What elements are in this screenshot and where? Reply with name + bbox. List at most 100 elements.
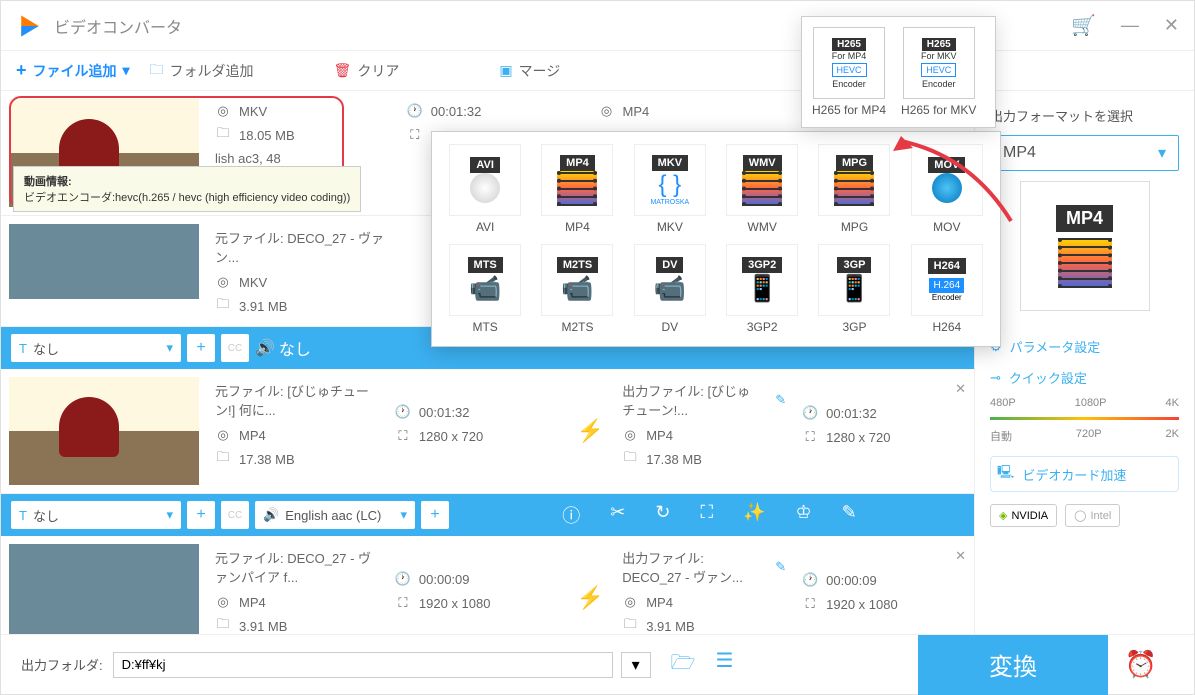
output-folder-dropdown[interactable]: ▾ xyxy=(621,652,651,678)
edit-icon[interactable]: ✎ xyxy=(775,392,786,408)
format-tile-m2ts[interactable]: M2TS📹M2TS xyxy=(536,244,618,334)
subtitle-edit-icon[interactable]: ✎ xyxy=(842,502,857,528)
plus-icon: + xyxy=(16,60,27,81)
phone-icon: 📱 xyxy=(746,273,778,304)
h265-popup: H265 For MP4 HEVC Encoder H265 for MP4 H… xyxy=(801,16,996,128)
format-icon: ◎ xyxy=(622,594,638,610)
output-format-dropdown[interactable]: MP4 ▾ xyxy=(990,135,1179,171)
cc-button[interactable]: CC xyxy=(221,501,249,529)
h265-mp4-tile[interactable]: H265 For MP4 HEVC Encoder H265 for MP4 xyxy=(812,27,886,117)
info-icon[interactable]: ⓘ xyxy=(562,502,580,528)
format-label: 3GP xyxy=(842,320,866,334)
crop-icon[interactable]: ⛶ xyxy=(700,502,713,528)
add-file-button[interactable]: + ファイル追加 ▾ xyxy=(16,60,130,81)
output-size: 17.38 MB xyxy=(646,452,702,467)
format-tile-mp4[interactable]: MP4MP4 xyxy=(536,144,618,234)
source-size: 17.38 MB xyxy=(239,452,295,467)
file-item[interactable]: 元ファイル: DECO_27 - ヴァンパイア f... ◎MP4 🗀3.91 … xyxy=(1,536,974,634)
h265-mkv-tile[interactable]: H265 For MKV HEVC Encoder H265 for MKV xyxy=(901,27,976,117)
duration: 00:01:32 xyxy=(431,104,482,119)
format-icon: ◎ xyxy=(215,594,231,610)
format-badge: MP4 xyxy=(1056,205,1113,232)
gpu-label: ビデオカード加速 xyxy=(1022,465,1126,484)
file-item[interactable]: 元ファイル: [びじゅチューン!] 何に... ◎MP4 🗀17.38 MB 🕐… xyxy=(1,369,974,494)
remove-file-button[interactable]: ✕ xyxy=(955,381,966,397)
schedule-button[interactable]: ⏰ xyxy=(1108,635,1174,695)
toolbar: + ファイル追加 ▾ 🗀 フォルダ追加 🗑 クリア ▣ マージ xyxy=(1,51,1194,91)
convert-button[interactable]: 変換 xyxy=(918,635,1108,695)
rotate-icon[interactable]: ↻ xyxy=(655,502,670,528)
add-folder-button[interactable]: 🗀 フォルダ追加 xyxy=(150,59,254,83)
param-settings-label: パラメータ設定 xyxy=(1010,337,1101,356)
bolt-icon: ⚡ xyxy=(577,418,604,444)
dimensions-icon: ⛶ xyxy=(395,595,411,611)
list-icon[interactable]: ☰ xyxy=(715,648,733,682)
format-tile-mpg[interactable]: MPGMPG xyxy=(813,144,895,234)
format-label: MPG xyxy=(841,220,868,234)
thumbnail xyxy=(9,224,199,299)
cart-icon[interactable]: 🛒 xyxy=(1071,13,1096,38)
output-duration: 00:00:09 xyxy=(826,573,877,588)
merge-button[interactable]: ▣ マージ xyxy=(499,61,560,81)
remove-file-button[interactable]: ✕ xyxy=(955,548,966,564)
camcorder-icon: 📹 xyxy=(654,273,686,304)
thumbnail xyxy=(9,544,199,634)
phone-icon: 📱 xyxy=(838,273,870,304)
output-format: MP4 xyxy=(646,595,673,610)
cut-icon[interactable]: ✂ xyxy=(610,502,625,528)
subtitle-dropdown[interactable]: Tなし▾ xyxy=(11,334,181,362)
subtitle-value: なし xyxy=(33,339,59,358)
add-folder-label: フォルダ追加 xyxy=(170,61,254,81)
format-tile-dv[interactable]: DV📹DV xyxy=(629,244,711,334)
format-tile-mov[interactable]: MOVMOV xyxy=(906,144,988,234)
format-tile-h264[interactable]: H264H.264EncoderH264 xyxy=(906,244,988,334)
film-icon xyxy=(742,171,782,206)
parameter-settings-button[interactable]: ⚙ パラメータ設定 xyxy=(990,331,1179,362)
format-tile-mkv[interactable]: MKV{ }MATROSKAMKV xyxy=(629,144,711,234)
output-dimensions: 1920 x 1080 xyxy=(826,597,898,612)
merge-icon: ▣ xyxy=(499,62,512,79)
format-label: 3GP2 xyxy=(747,320,778,334)
effects-icon[interactable]: ✨ xyxy=(743,502,765,528)
cc-button[interactable]: CC xyxy=(221,334,249,362)
dimensions: 1280 x 720 xyxy=(419,429,483,444)
format-label: DV xyxy=(661,320,678,334)
film-icon xyxy=(557,171,597,206)
source-size: 18.05 MB xyxy=(239,128,295,143)
camcorder-icon: 📹 xyxy=(561,273,593,304)
watermark-icon[interactable]: ♔ xyxy=(795,502,811,528)
subtitle-value: なし xyxy=(33,506,59,525)
audio-value: English aac (LC) xyxy=(285,508,381,523)
format-label: AVI xyxy=(476,220,494,234)
minimize-button[interactable]: — xyxy=(1121,15,1139,36)
size-icon: 🗀 xyxy=(215,451,231,467)
close-button[interactable]: ✕ xyxy=(1164,15,1179,36)
format-tile-avi[interactable]: AVIAVI xyxy=(444,144,526,234)
clear-button[interactable]: 🗑 クリア xyxy=(334,61,400,81)
output-format-value: MP4 xyxy=(1003,144,1036,162)
tooltip-body: ビデオエンコーダ:hevc(h.265 / hevc (high efficie… xyxy=(24,189,350,205)
output-filename: 出力ファイル: DECO_27 - ヴァン... xyxy=(622,548,759,586)
source-format: MP4 xyxy=(239,595,266,610)
clear-label: クリア xyxy=(357,61,399,81)
resolution-slider[interactable] xyxy=(990,417,1179,420)
format-tile-3gp[interactable]: 3GP📱3GP xyxy=(813,244,895,334)
source-filename: 元ファイル: DECO_27 - ヴァン... xyxy=(215,224,391,270)
edit-icon[interactable]: ✎ xyxy=(775,559,786,575)
add-subtitle-button[interactable]: + xyxy=(187,501,215,529)
add-subtitle-button[interactable]: + xyxy=(187,334,215,362)
output-folder-input[interactable] xyxy=(113,652,613,678)
gpu-badges: ◈NVIDIA ◯Intel xyxy=(990,504,1179,527)
duration: 00:01:32 xyxy=(419,405,470,420)
format-tile-3gp2[interactable]: 3GP2📱3GP2 xyxy=(721,244,803,334)
audio-dropdown[interactable]: 🔊English aac (LC)▾ xyxy=(255,501,415,529)
format-tile-mts[interactable]: MTS📹MTS xyxy=(444,244,526,334)
trash-icon: 🗑 xyxy=(334,62,352,79)
format-tile-wmv[interactable]: WMVWMV xyxy=(721,144,803,234)
source-size: 3.91 MB xyxy=(239,619,287,634)
gpu-accel-button[interactable]: 🖳 ビデオカード加速 xyxy=(990,456,1179,492)
thumbnail xyxy=(9,377,199,485)
subtitle-dropdown[interactable]: Tなし▾ xyxy=(11,501,181,529)
add-audio-button[interactable]: + xyxy=(421,501,449,529)
open-folder-icon[interactable]: 🗁 xyxy=(671,648,696,682)
